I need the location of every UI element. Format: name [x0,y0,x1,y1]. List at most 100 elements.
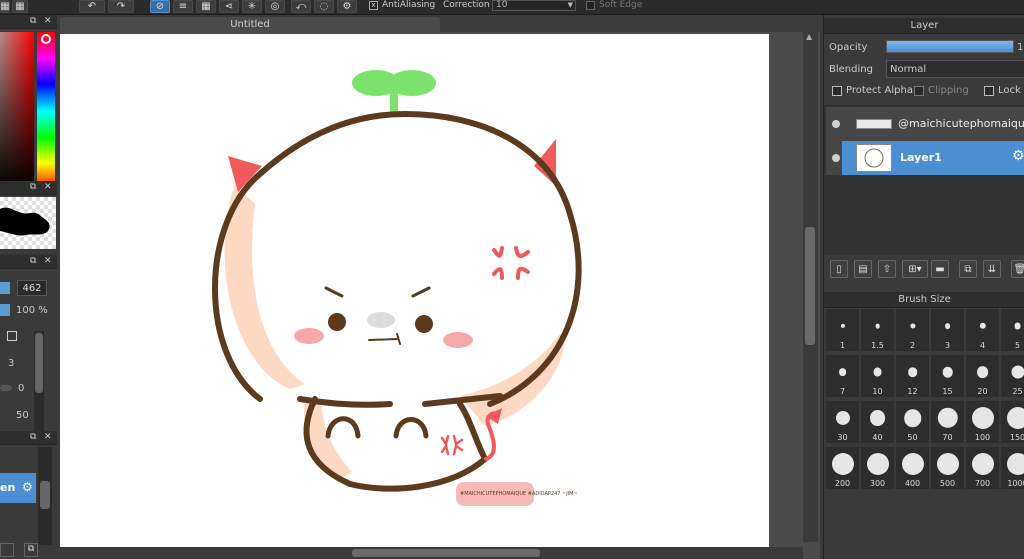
brush-size-cell[interactable]: 100 [966,401,999,443]
brush-dot-icon [1006,453,1024,475]
brush-size-cell[interactable]: 30 [826,401,859,443]
import-layer-button[interactable]: ⇧ [878,260,896,278]
size-slider-fill[interactable] [0,282,10,294]
close-icon[interactable]: ✕ [44,256,52,266]
brush-size-cell[interactable]: 400 [896,447,929,489]
brush-size-cell[interactable]: 25 [1001,355,1024,397]
merge-icon: ⇊ [987,263,997,275]
right-brow [411,286,431,298]
brush-size-cell[interactable]: 500 [931,447,964,489]
layer-mini-scrollbar[interactable] [38,447,52,545]
canvas-horizontal-scrollbar[interactable] [60,547,803,559]
delete-layer-button[interactable]: 🗑 [1011,260,1024,278]
layer-row-signature[interactable]: @maichicutephomaique [826,107,1024,141]
brush-size-cell[interactable]: 200 [826,447,859,489]
new-layer-button[interactable]: ▯ [830,260,848,278]
gear-icon[interactable]: ⚙ [22,480,33,494]
undock-icon[interactable]: ⧉ [30,432,36,442]
brush-size-cell[interactable]: 50 [896,401,929,443]
brush-size-cell[interactable]: 1.5 [861,309,894,351]
shape-checkbox[interactable] [7,331,17,341]
soft-edge-checkbox[interactable] [586,1,595,10]
layout-button[interactable]: ▦ [12,0,28,13]
layer-add-menu-button[interactable]: ⊞▾ [902,260,928,278]
color-saturation-box[interactable] [0,32,34,190]
drawing-canvas[interactable]: #MAICHICUTEPHOMAIQUE #ADIDAP247 ~JIM~ [60,34,769,550]
protect-alpha-checkbox[interactable] [832,86,842,96]
antialiasing-checkbox[interactable]: x [369,1,378,10]
params-scrollbar[interactable] [34,331,44,431]
redo-button[interactable]: ↷ [108,0,134,13]
mini-layer-button-1[interactable] [0,543,14,557]
brush-size-cell[interactable]: 5 [1001,309,1024,351]
layer-opacity-slider[interactable] [886,40,1014,53]
eye-icon[interactable] [832,120,840,128]
snap-ellipse-button[interactable]: ◌ [314,0,334,13]
brush-size-cell[interactable]: 700 [966,447,999,489]
lock-checkbox[interactable] [984,86,994,96]
canvas-vertical-scroll-thumb[interactable] [805,227,815,345]
layout-icon: ▦ [15,1,25,12]
canvas-vertical-scrollbar[interactable]: ▲ [803,32,818,542]
gear-icon[interactable]: ⚙ [1012,148,1024,164]
snap-grid-button[interactable]: ▦ [196,0,216,13]
brush-size-cell[interactable]: 2 [896,309,929,351]
layer-mini-row[interactable]: en ⚙ [0,473,36,503]
close-icon[interactable]: ✕ [44,182,52,192]
layer-opacity-value: 10 [1017,42,1024,53]
brush-size-label: 30 [837,433,848,442]
brush-size-cell[interactable]: 150 [1001,401,1024,443]
panel-toggle-button[interactable]: ▦ [0,0,10,13]
undo-icon: ↶ [87,1,97,12]
close-icon[interactable]: ✕ [44,432,52,442]
new-halftone-layer-button[interactable]: ▤ [854,260,872,278]
layer-row-layer1[interactable]: Layer1 ⚙ [826,141,1024,175]
canvas-horizontal-scroll-thumb[interactable] [352,549,540,557]
brush-size-cell[interactable]: 300 [861,447,894,489]
layer-mini-scrollbar-thumb[interactable] [40,481,50,509]
undock-icon[interactable]: ⧉ [30,256,36,266]
brush-size-cell[interactable]: 20 [966,355,999,397]
brush-size-cell[interactable]: 1 [826,309,859,351]
scroll-up-icon[interactable]: ▲ [806,32,812,41]
eye-icon[interactable] [832,154,840,162]
param-slider-b[interactable] [0,385,12,391]
undock-icon[interactable]: ⧉ [30,182,36,192]
correction-dropdown[interactable]: 10 ▼ [492,0,576,11]
hue-slider[interactable] [37,32,55,190]
snap-parallel-button[interactable]: ≡ [173,0,193,13]
snap-circle-button[interactable]: ◎ [265,0,285,13]
brush-size-cell[interactable]: 7 [826,355,859,397]
layer-opacity-fill [887,41,1013,52]
params-scrollbar-thumb[interactable] [35,333,43,393]
undock-icon[interactable]: ⧉ [30,16,36,26]
document-tab[interactable]: Untitled [60,17,440,32]
hue-handle[interactable] [41,34,51,44]
brush-size-label: 1000 [1007,479,1024,488]
clipping-checkbox[interactable] [914,86,924,96]
no-snap-icon: ⊘ [155,1,165,12]
brush-size-cell[interactable]: 10 [861,355,894,397]
blending-dropdown[interactable]: Normal [886,60,1024,78]
mini-layer-button-2[interactable]: ⧉ [24,543,38,557]
brush-size-cell[interactable]: 3 [931,309,964,351]
close-icon[interactable]: ✕ [44,16,52,26]
canvas-viewport[interactable]: #MAICHICUTEPHOMAIQUE #ADIDAP247 ~JIM~ [60,32,820,559]
brush-size-cell[interactable]: 1000 [1001,447,1024,489]
brush-size-cell[interactable]: 40 [861,401,894,443]
snap-perspective-button[interactable]: ⋖ [219,0,239,13]
undo-button[interactable]: ↶ [79,0,105,13]
snap-radial-button[interactable]: ✳ [242,0,262,13]
brush-size-cell[interactable]: 70 [931,401,964,443]
snap-settings-button[interactable]: ⚙ [337,0,357,13]
brush-size-cell[interactable]: 15 [931,355,964,397]
brush-size-cell[interactable]: 4 [966,309,999,351]
snap-curve-button[interactable]: ⤺ [291,0,311,13]
duplicate-layer-button[interactable]: ⧉ [959,260,977,278]
merge-layer-button[interactable]: ⇊ [983,260,1001,278]
new-folder-button[interactable]: ▬ [931,260,949,278]
opacity-slider-fill[interactable] [0,304,10,316]
brush-size-field[interactable]: 462 [17,280,47,296]
snap-off-button[interactable]: ⊘ [150,0,170,13]
brush-size-cell[interactable]: 12 [896,355,929,397]
